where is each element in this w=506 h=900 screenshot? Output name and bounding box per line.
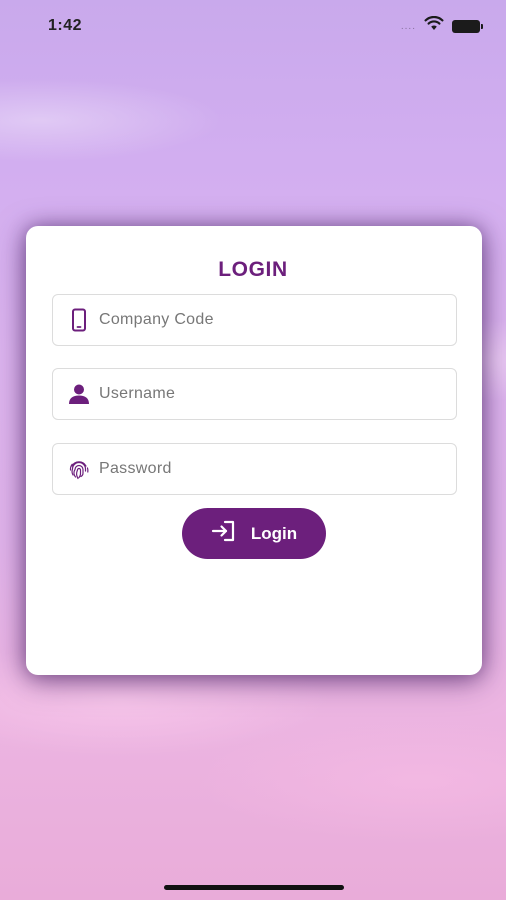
battery-icon xyxy=(452,19,483,33)
status-bar: 1:42 .... xyxy=(0,0,506,52)
phone-icon xyxy=(67,308,91,332)
wifi-icon xyxy=(424,15,444,36)
password-input[interactable] xyxy=(99,444,456,494)
signal-indicator: .... xyxy=(400,20,416,32)
company-code-field[interactable] xyxy=(52,294,457,346)
home-indicator[interactable] xyxy=(164,885,344,890)
login-arrow-icon xyxy=(211,520,237,547)
password-field[interactable] xyxy=(52,443,457,495)
user-icon xyxy=(67,382,91,406)
company-code-input[interactable] xyxy=(99,295,456,345)
login-title: LOGIN xyxy=(218,258,288,281)
login-button-label: Login xyxy=(250,523,298,543)
login-button[interactable]: Login xyxy=(182,508,326,559)
status-icons: .... xyxy=(400,15,483,36)
fingerprint-icon xyxy=(67,457,91,481)
status-time: 1:42 xyxy=(48,17,83,34)
username-field[interactable] xyxy=(52,368,457,420)
username-input[interactable] xyxy=(99,369,456,419)
